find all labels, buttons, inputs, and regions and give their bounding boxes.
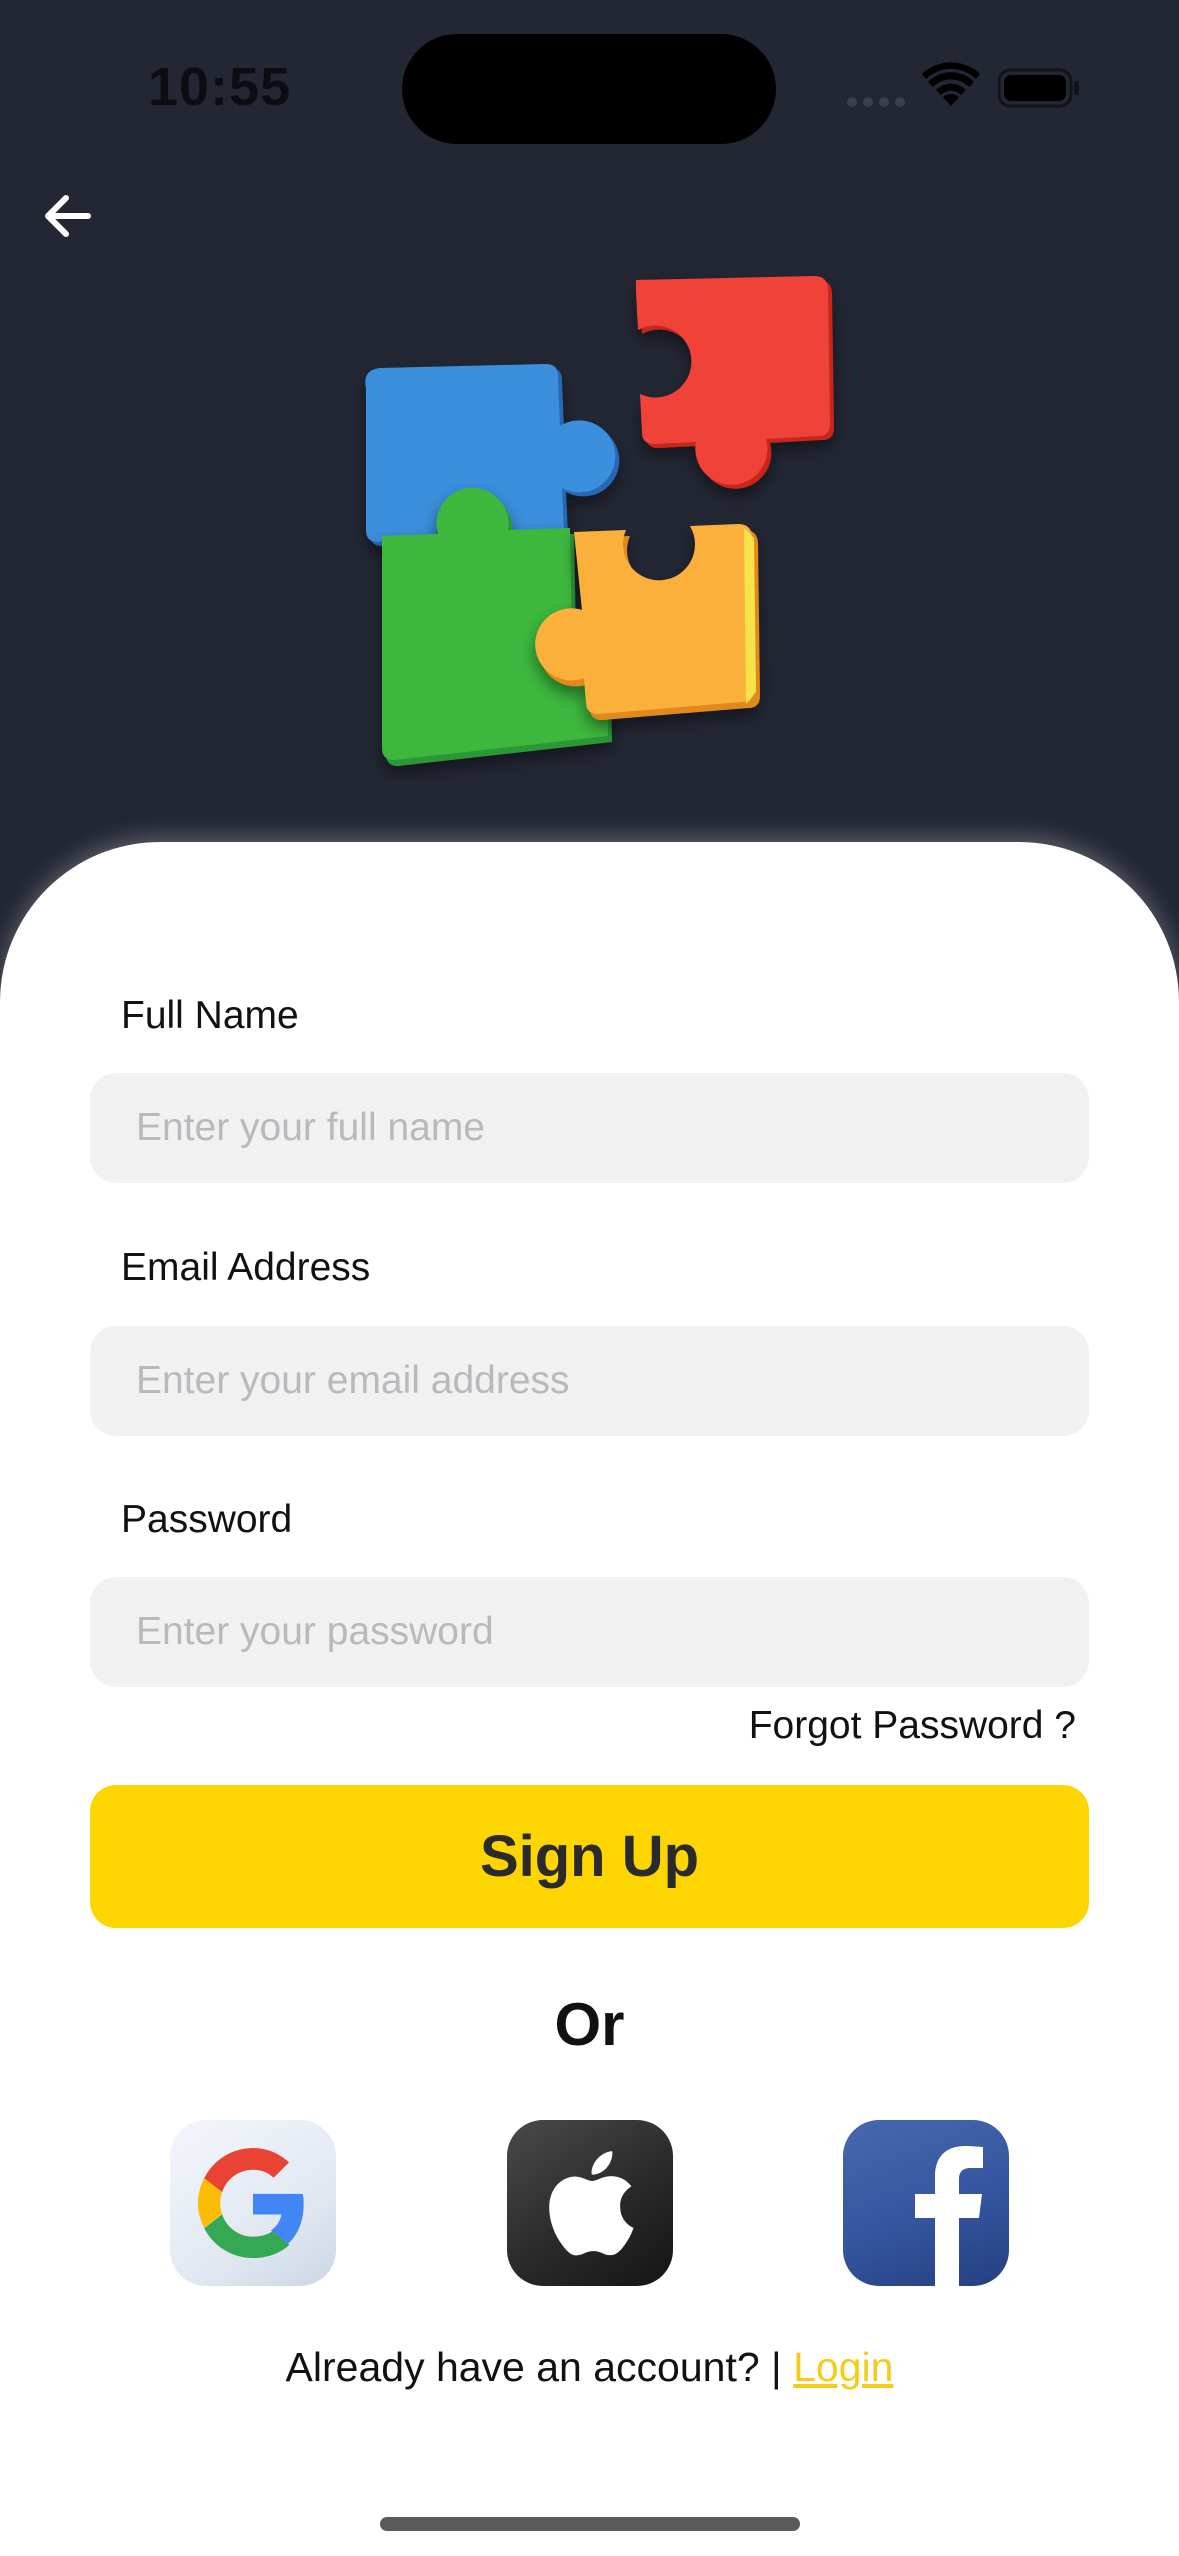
sign-up-button[interactable]: Sign Up — [90, 1785, 1089, 1928]
email-input[interactable] — [90, 1326, 1089, 1436]
login-prompt-text: Already have an account? | — [285, 2344, 782, 2390]
facebook-icon — [915, 2146, 983, 2286]
or-divider: Or — [554, 1991, 625, 2058]
forgot-password-link[interactable]: Forgot Password ? — [749, 1704, 1076, 1748]
google-sign-in-button[interactable] — [170, 2120, 336, 2286]
login-link[interactable]: Login — [793, 2344, 893, 2390]
password-label: Password — [121, 1498, 293, 1541]
apple-icon — [549, 2151, 634, 2256]
apple-sign-in-button[interactable] — [507, 2120, 673, 2286]
status-bar: 10:55 — [0, 0, 1179, 150]
google-icon — [198, 2148, 304, 2258]
email-label: Email Address — [121, 1246, 371, 1289]
home-indicator[interactable] — [380, 2517, 800, 2531]
password-input[interactable] — [90, 1577, 1089, 1687]
login-prompt: Already have an account? | Login — [0, 2344, 1179, 2391]
arrow-left-icon — [45, 195, 91, 237]
status-time: 10:55 — [148, 57, 292, 117]
dynamic-island — [402, 34, 776, 144]
facebook-sign-in-button[interactable] — [843, 2120, 1009, 2286]
puzzle-pieces-illustration — [365, 276, 834, 766]
back-button[interactable] — [30, 178, 106, 254]
full-name-label: Full Name — [121, 994, 299, 1037]
wifi-icon — [922, 62, 980, 106]
battery-icon — [998, 68, 1079, 108]
full-name-input[interactable] — [90, 1073, 1089, 1183]
cellular-signal-icon — [847, 97, 905, 107]
